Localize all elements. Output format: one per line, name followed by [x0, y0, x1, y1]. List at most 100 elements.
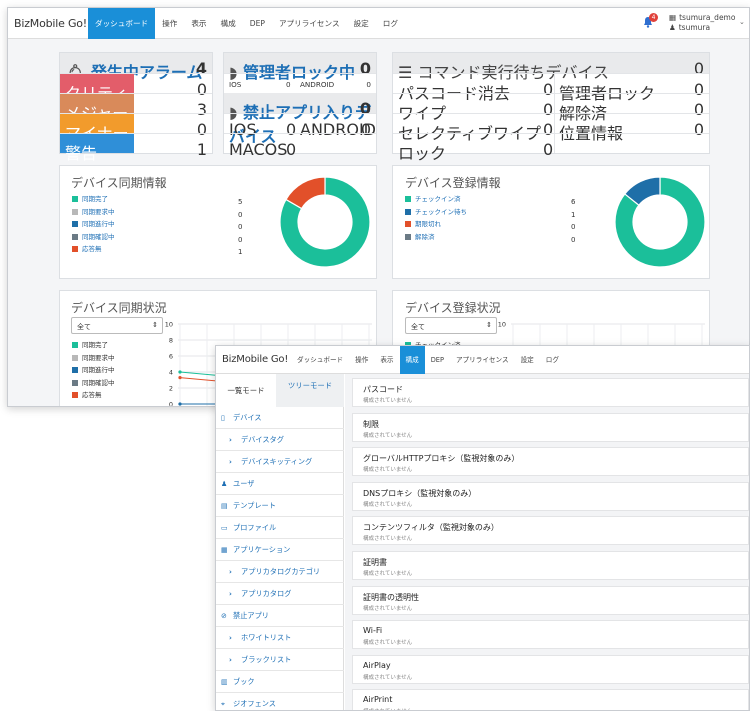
- alarm-level-chip: メジャー: [60, 94, 134, 123]
- sidebar-item[interactable]: ▭ プロファイル: [216, 517, 344, 539]
- setting-status: 構成されていません: [363, 536, 413, 543]
- config-brand-logo[interactable]: BizMobile Go!: [222, 354, 288, 365]
- alarm-row[interactable]: マイナー0: [60, 113, 212, 143]
- sidebar-item[interactable]: ⌖ ジオフェンス: [216, 693, 344, 710]
- setting-row[interactable]: パスコード 構成されていません: [352, 378, 749, 407]
- menu-item[interactable]: ログ: [540, 346, 565, 374]
- legend-item[interactable]: 同期完了: [72, 339, 115, 352]
- menu-item[interactable]: 構成: [214, 8, 243, 39]
- alarm-row[interactable]: クリティカル0: [60, 73, 212, 127]
- chevron-down-icon[interactable]: ⌄: [739, 18, 745, 26]
- sidebar-item[interactable]: › デバイスタグ: [216, 429, 344, 451]
- lock-android-label: ANDROID: [300, 80, 335, 89]
- admin-lock-header[interactable]: ◗ 管理者ロック中 0: [224, 53, 376, 82]
- sidebar-item[interactable]: ♟ ユーザ: [216, 473, 344, 495]
- legend-item[interactable]: チェックイン済: [405, 193, 467, 206]
- alarm-panel: 🔔︎ 発生中アラーム数 4 クリティカル0メジャー3マイナー0警告 1: [59, 52, 213, 163]
- alarm-level-chip: 警告: [60, 134, 134, 163]
- legend-item[interactable]: 応答無: [72, 243, 115, 256]
- setting-row[interactable]: 証明書の透明性 構成されていません: [352, 585, 749, 615]
- data-point[interactable]: [178, 376, 182, 380]
- menu-item[interactable]: 操作: [349, 346, 374, 374]
- sync-status-filter-value: 全て: [77, 323, 91, 331]
- sidebar-item[interactable]: ⊘ 禁止アプリ: [216, 605, 344, 627]
- pending-commands-header[interactable]: ☰ コマンド実行待ちデバイス 0: [393, 53, 709, 82]
- setting-row[interactable]: コンテンツフィルタ（監視対象のみ） 構成されていません: [352, 516, 749, 546]
- column-divider: [554, 74, 555, 93]
- sidebar-item[interactable]: › ブラックリスト: [216, 649, 344, 671]
- menu-item[interactable]: 設定: [347, 8, 376, 39]
- legend-item[interactable]: 同期進行中: [72, 364, 115, 377]
- menu-item[interactable]: DEP: [243, 8, 272, 39]
- data-point[interactable]: [178, 370, 182, 374]
- y-tick-label: 0: [169, 401, 173, 408]
- legend-item[interactable]: 同期要求中: [72, 352, 115, 365]
- menu-item[interactable]: 操作: [155, 8, 184, 39]
- menu-item[interactable]: DEP: [425, 346, 450, 374]
- alarm-row[interactable]: メジャー3: [60, 93, 212, 123]
- sidebar-item-label: プロファイル: [233, 523, 277, 532]
- setting-title: AirPrint: [363, 695, 393, 705]
- menu-item[interactable]: 設定: [515, 346, 540, 374]
- setting-row[interactable]: DNSプロキシ（監視対象のみ） 構成されていません: [352, 481, 749, 511]
- legend-item[interactable]: 応答無: [72, 389, 115, 402]
- sidebar-item[interactable]: › ホワイトリスト: [216, 627, 344, 649]
- setting-status: 構成されていません: [363, 605, 413, 612]
- sidebar-item[interactable]: › デバイスキッティング: [216, 451, 344, 473]
- lock-ios-value[interactable]: 0: [286, 80, 291, 89]
- menu-item[interactable]: アプリライセンス: [272, 8, 347, 39]
- setting-row[interactable]: グローバルHTTPプロキシ（監視対象のみ） 構成されていません: [352, 447, 749, 477]
- legend-item[interactable]: 同期完了: [72, 193, 115, 206]
- tab-list-mode[interactable]: 一覧モード: [216, 374, 276, 407]
- legend-item[interactable]: チェックイン待ち: [405, 206, 467, 219]
- sidebar-item[interactable]: ▯ デバイス: [216, 407, 344, 429]
- sidebar-item[interactable]: › アプリカタログカテゴリ: [216, 561, 344, 583]
- prohibited-macos-value[interactable]: 0: [286, 140, 296, 159]
- setting-row[interactable]: Wi-Fi 構成されていません: [352, 620, 749, 650]
- data-point[interactable]: [178, 402, 182, 406]
- setting-row[interactable]: 証明書 構成されていません: [352, 551, 749, 580]
- registration-info-title: デバイス登録情報: [405, 176, 501, 190]
- sync-status-filter-select[interactable]: 全て ⇕: [71, 317, 163, 334]
- prohibited-ios-row: IOS 0 ANDROID 0: [224, 113, 376, 139]
- alarm-header[interactable]: 🔔︎ 発生中アラーム数 4: [60, 53, 212, 106]
- brand-logo[interactable]: BizMobile Go!: [14, 17, 87, 30]
- registration-status-filter-select[interactable]: 全て ⇕: [405, 317, 497, 334]
- prohibited-app-header[interactable]: ◗ 禁止アプリ入りデバイス 0: [224, 93, 376, 146]
- menu-item[interactable]: ダッシュボード: [291, 346, 349, 374]
- tab-tree-mode[interactable]: ツリーモード: [276, 374, 344, 407]
- setting-title: Wi-Fi: [363, 626, 383, 636]
- legend-value: 0: [238, 223, 243, 231]
- legend-item[interactable]: 期限切れ: [405, 218, 467, 231]
- alarm-row[interactable]: 警告 1: [60, 133, 212, 163]
- menu-item[interactable]: 表示: [184, 8, 213, 39]
- menu-item[interactable]: 表示: [374, 346, 399, 374]
- user-menu[interactable]: ▦ tsumura_demo ♟ tsumura: [669, 13, 735, 33]
- legend-item[interactable]: 同期進行中: [72, 218, 115, 231]
- sync-info-values: 5 0 0 0 1: [238, 196, 242, 259]
- sidebar-item[interactable]: ▥ ブック: [216, 671, 344, 693]
- sidebar-item-label: デバイスキッティング: [241, 457, 313, 466]
- book-icon: ▥: [221, 678, 228, 686]
- notification-badge[interactable]: 4: [649, 13, 658, 22]
- legend-item[interactable]: 同期確認中: [72, 231, 115, 244]
- setting-status: 構成されていません: [363, 501, 413, 508]
- sidebar-item[interactable]: › アプリカタログ: [216, 583, 344, 605]
- setting-row[interactable]: AirPrint 構成されていません: [352, 689, 749, 710]
- setting-status: 構成されていません: [363, 467, 413, 474]
- sidebar-item[interactable]: ▤ テンプレート: [216, 495, 344, 517]
- menu-item[interactable]: アプリライセンス: [450, 346, 515, 374]
- command-count[interactable]: 0: [543, 140, 553, 159]
- menu-item[interactable]: 構成: [399, 346, 425, 374]
- legend-item[interactable]: 同期要求中: [72, 206, 115, 219]
- setting-status: 構成されていません: [363, 674, 413, 681]
- lock-android-value[interactable]: 0: [366, 80, 371, 89]
- menu-item[interactable]: ダッシュボード: [88, 8, 156, 39]
- legend-item[interactable]: 解除済: [405, 231, 467, 244]
- legend-item[interactable]: 同期確認中: [72, 377, 115, 390]
- setting-row[interactable]: AirPlay 構成されていません: [352, 654, 749, 684]
- menu-item[interactable]: ログ: [376, 8, 405, 39]
- setting-row[interactable]: 制限 構成されていません: [352, 412, 749, 442]
- alarm-level-chip: クリティカル: [60, 74, 134, 127]
- sidebar-item[interactable]: ▦ アプリケーション: [216, 539, 344, 561]
